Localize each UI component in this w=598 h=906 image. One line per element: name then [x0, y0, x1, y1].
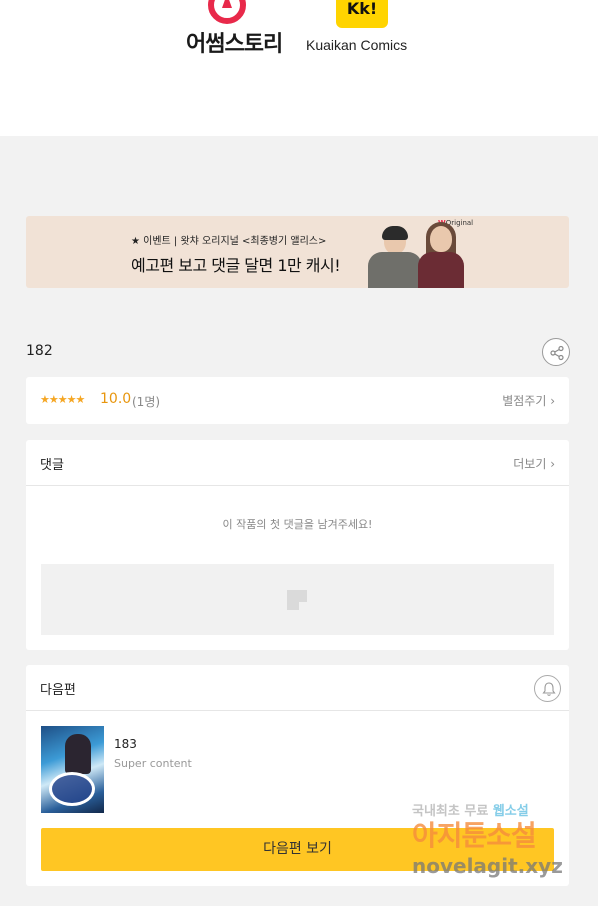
banner-actor-female-image [418, 222, 464, 288]
share-icon [550, 345, 564, 361]
notification-bell-button[interactable] [534, 675, 561, 702]
episode-title: 182 [26, 343, 53, 359]
comment-placeholder-icon [287, 590, 307, 610]
comments-more-button[interactable]: 더보기 › [513, 455, 555, 472]
next-episode-number[interactable]: 183 [114, 737, 137, 751]
next-episode-header: 다음편 [26, 665, 569, 711]
banner-event-label: ★ 이벤트 | 왓챠 오리지널 <최종병기 앨리스> [131, 236, 327, 247]
watermark-line3: novelagit.xyz [412, 854, 563, 878]
event-banner[interactable]: ★ 이벤트 | 왓챠 오리지널 <최종병기 앨리스> 예고편 보고 댓글 달면 … [26, 216, 569, 288]
banner-headline: 예고편 보고 댓글 달면 1만 캐시! [131, 256, 341, 275]
rate-button[interactable]: 별점주기 › [502, 392, 555, 409]
kuaikan-logo-text: Kuaikan Comics [306, 37, 408, 53]
awesome-story-logo-icon [208, 0, 246, 24]
rating-count: (1명) [132, 395, 161, 409]
rating-stars-icon: ★★★★★ [40, 393, 85, 406]
next-episode-thumbnail[interactable] [41, 726, 104, 813]
awesome-story-logo-text: 어썸스토리 [186, 32, 283, 57]
comments-header: 댓글 더보기 › [26, 440, 569, 486]
bell-icon [542, 682, 556, 696]
comments-title: 댓글 [40, 458, 64, 473]
top-logo-area: 어썸스토리 Kk! Kuaikan Comics [0, 0, 598, 136]
next-episode-title: 다음편 [40, 683, 76, 698]
kuaikan-logo-icon: Kk! [336, 0, 388, 28]
rating-card: ★★★★★ 10.0 (1명) 별점주기 › [26, 377, 569, 424]
watermark: 국내최초 무료 웹소설 아지툰소설 novelagit.xyz [410, 800, 590, 890]
share-button[interactable] [542, 338, 570, 366]
watermark-line2: 아지툰소설 [412, 819, 537, 852]
awesome-story-logo: 어썸스토리 [186, 0, 296, 57]
banner-actor-male-image [368, 224, 422, 288]
comments-card: 댓글 더보기 › 이 작품의 첫 댓글을 남겨주세요! [26, 440, 569, 650]
kuaikan-logo: Kk! Kuaikan Comics [306, 0, 426, 56]
comments-empty-message: 이 작품의 첫 댓글을 남겨주세요! [222, 518, 373, 531]
comment-input[interactable] [41, 564, 554, 635]
next-episode-subtitle: Super content [114, 757, 192, 770]
rating-score: 10.0 [100, 391, 132, 407]
